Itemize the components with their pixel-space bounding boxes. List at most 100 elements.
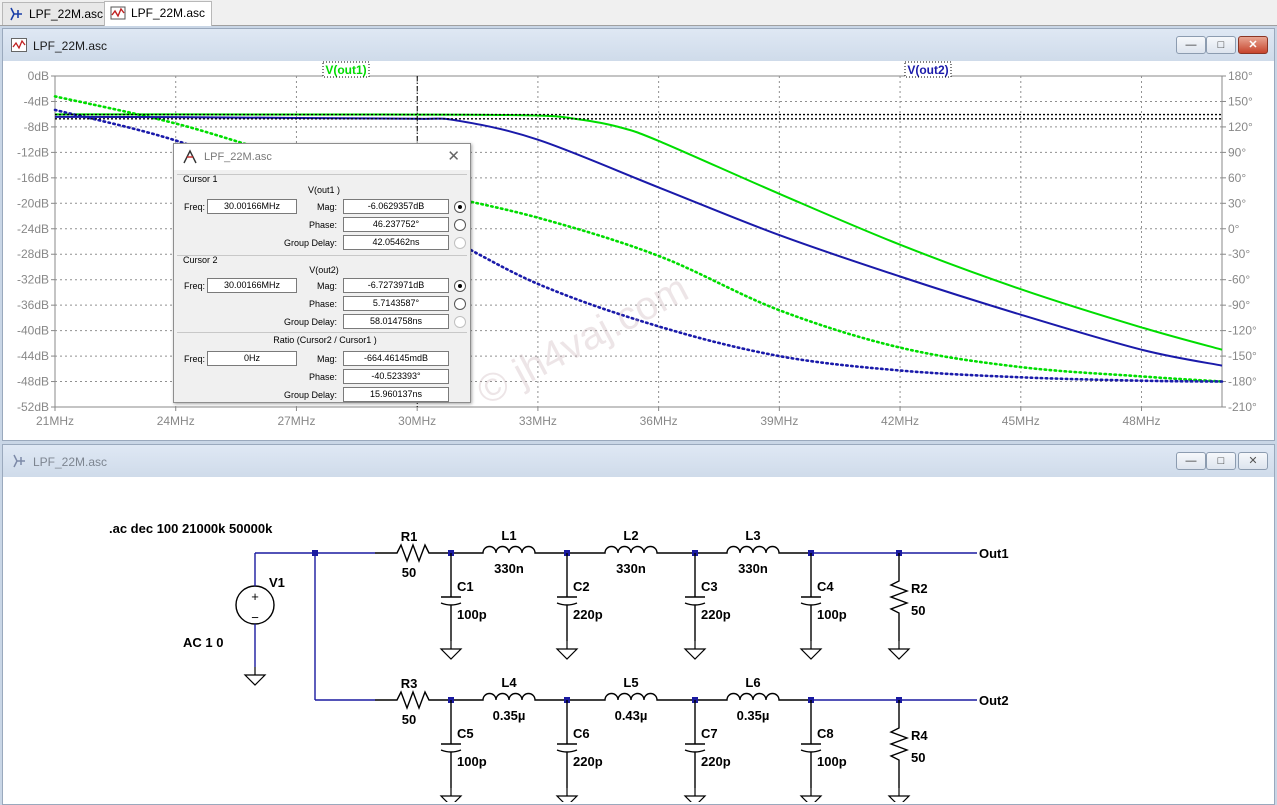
- resistor-value: 50: [402, 565, 416, 580]
- cursor1-freq-label: Freq:: [183, 202, 205, 212]
- minimize-button[interactable]: —: [1176, 452, 1206, 470]
- waveform-icon: [110, 6, 126, 20]
- capacitor-c6: [556, 700, 578, 788]
- y2-tick-label: -30°: [1228, 247, 1250, 261]
- y2-tick-label: 180°: [1228, 69, 1253, 83]
- cursor1-freq-field[interactable]: 30.00166MHz: [207, 199, 297, 214]
- cursor2-phase-field: 5.7143587°: [343, 296, 449, 311]
- schematic-titlebar: LPF_22M.asc — □ ✕: [3, 445, 1274, 477]
- close-button[interactable]: ✕: [1238, 36, 1268, 54]
- y-tick-label: -52dB: [17, 400, 49, 414]
- close-icon[interactable]: ✕: [447, 147, 460, 165]
- y-tick-label: -20dB: [17, 196, 49, 210]
- cursor2-gd-field: 58.014758ns: [343, 314, 449, 329]
- resistor-body: [375, 690, 451, 710]
- x-tick-label: 21MHz: [36, 414, 74, 428]
- cursor1-phase-radio[interactable]: [454, 219, 466, 231]
- schematic-svg[interactable]: .ac dec 100 21000k 50000k+−V1AC 1 0R150L…: [11, 477, 1268, 805]
- minimize-button[interactable]: —: [1176, 36, 1206, 54]
- y-tick-label: -16dB: [17, 171, 49, 185]
- ground-symbol: [555, 788, 579, 805]
- spice-directive: .ac dec 100 21000k 50000k: [109, 521, 273, 536]
- tab-waveform-label: LPF_22M.asc: [131, 6, 206, 20]
- capacitor-value: 100p: [457, 607, 487, 622]
- source-plus: +: [251, 589, 259, 604]
- maximize-button[interactable]: □: [1206, 452, 1236, 470]
- inductor-body: [695, 692, 811, 701]
- inductor-name: L4: [501, 675, 517, 690]
- cursor1-mag-radio[interactable]: [454, 201, 466, 213]
- y-tick-label: -32dB: [17, 273, 49, 287]
- net-label: Out1: [979, 546, 1009, 561]
- y-tick-label: -40dB: [17, 324, 49, 338]
- capacitor-name: C4: [817, 579, 834, 594]
- maximize-button[interactable]: □: [1206, 36, 1236, 54]
- resistor-value: 50: [911, 750, 925, 765]
- cursor2-gd-radio: [454, 316, 466, 328]
- cursor2-heading: Cursor 2: [183, 255, 218, 265]
- y2-tick-label: 60°: [1228, 171, 1246, 185]
- cursor1-group: Cursor 1 V(out1 ) Freq: 30.00166MHz Mag:…: [177, 174, 467, 254]
- waveform-titlebar: LPF_22M.asc — □ ✕: [3, 29, 1274, 61]
- schematic-canvas[interactable]: .ac dec 100 21000k 50000k + − V1 AC 1 0 R1 50 L…: [11, 477, 1268, 805]
- capacitor-name: C1: [457, 579, 474, 594]
- cursor2-phase-radio[interactable]: [454, 298, 466, 310]
- cursor2-freq-field[interactable]: 30.00166MHz: [207, 278, 297, 293]
- y2-tick-label: 90°: [1228, 145, 1246, 159]
- waveform-window-title: LPF_22M.asc: [33, 39, 108, 53]
- cursor-dialog-titlebar[interactable]: LPF_22M.asc ✕: [174, 144, 470, 170]
- capacitor-name: C5: [457, 726, 474, 741]
- capacitor-name: C3: [701, 579, 718, 594]
- ratio-mag-label: Mag:: [316, 354, 337, 364]
- ratio-phase-field: -40.523393°: [343, 369, 449, 384]
- capacitor-name: C6: [573, 726, 590, 741]
- capacitor-name: C2: [573, 579, 590, 594]
- capacitor-value: 220p: [701, 754, 731, 769]
- ratio-freq-label: Freq:: [183, 354, 205, 364]
- ground-symbol: [887, 788, 911, 805]
- source-minus: −: [251, 610, 259, 625]
- inductor-body: [451, 692, 567, 701]
- capacitor-body: [556, 553, 578, 641]
- capacitor-value: 100p: [817, 607, 847, 622]
- close-button[interactable]: ✕: [1238, 452, 1268, 470]
- y-tick-label: -8dB: [24, 120, 49, 134]
- capacitor-c4: [800, 553, 822, 641]
- tab-waveform[interactable]: LPF_22M.asc: [104, 1, 213, 26]
- cursor-dialog[interactable]: LPF_22M.asc ✕ Cursor 1 V(out1 ) Freq: 30…: [173, 143, 471, 403]
- source-value: AC 1 0: [183, 635, 223, 650]
- inductor-value: 330n: [616, 561, 646, 576]
- cursor2-mag-label: Mag:: [316, 281, 337, 291]
- cursor2-trace: V(out2): [309, 265, 339, 275]
- x-tick-label: 36MHz: [640, 414, 678, 428]
- x-tick-label: 39MHz: [760, 414, 798, 428]
- ground-symbol: [799, 788, 823, 805]
- inductor-body: [567, 692, 695, 701]
- cursor1-gd-field: 42.05462ns: [343, 235, 449, 250]
- ground-symbol: [555, 641, 579, 660]
- legend-label: V(out2): [907, 63, 948, 77]
- y2-tick-label: 120°: [1228, 120, 1253, 134]
- y2-tick-label: -180°: [1228, 375, 1257, 389]
- legend-vout1: V(out1): [322, 61, 370, 78]
- cursor1-gd-radio: [454, 237, 466, 249]
- schematic-icon: [10, 7, 22, 21]
- y2-tick-label: -150°: [1228, 349, 1257, 363]
- cursor2-mag-radio[interactable]: [454, 280, 466, 292]
- inductor-l4: [451, 692, 567, 701]
- capacitor-c7: [684, 700, 706, 788]
- capacitor-name: C8: [817, 726, 834, 741]
- cursor1-phase-field: 46.237752°: [343, 217, 449, 232]
- inductor-name: L3: [745, 528, 760, 543]
- resistor-r2: [889, 553, 909, 641]
- capacitor-c1: [440, 553, 462, 641]
- plot-pane[interactable]: 0dB -4dB -8dB -12dB -16dB -20dB -24dB -28dB -32d…: [11, 61, 1268, 439]
- ltspice-icon: [183, 149, 197, 164]
- tab-schematic[interactable]: LPF_22M.asc: [2, 2, 111, 25]
- inductor-name: L1: [501, 528, 516, 543]
- inductor-body: [567, 545, 695, 554]
- capacitor-c5: [440, 700, 462, 788]
- ratio-gd-field: 15.960137ns: [343, 387, 449, 402]
- x-tick-label: 27MHz: [277, 414, 315, 428]
- cursor1-phase-label: Phase:: [308, 220, 337, 230]
